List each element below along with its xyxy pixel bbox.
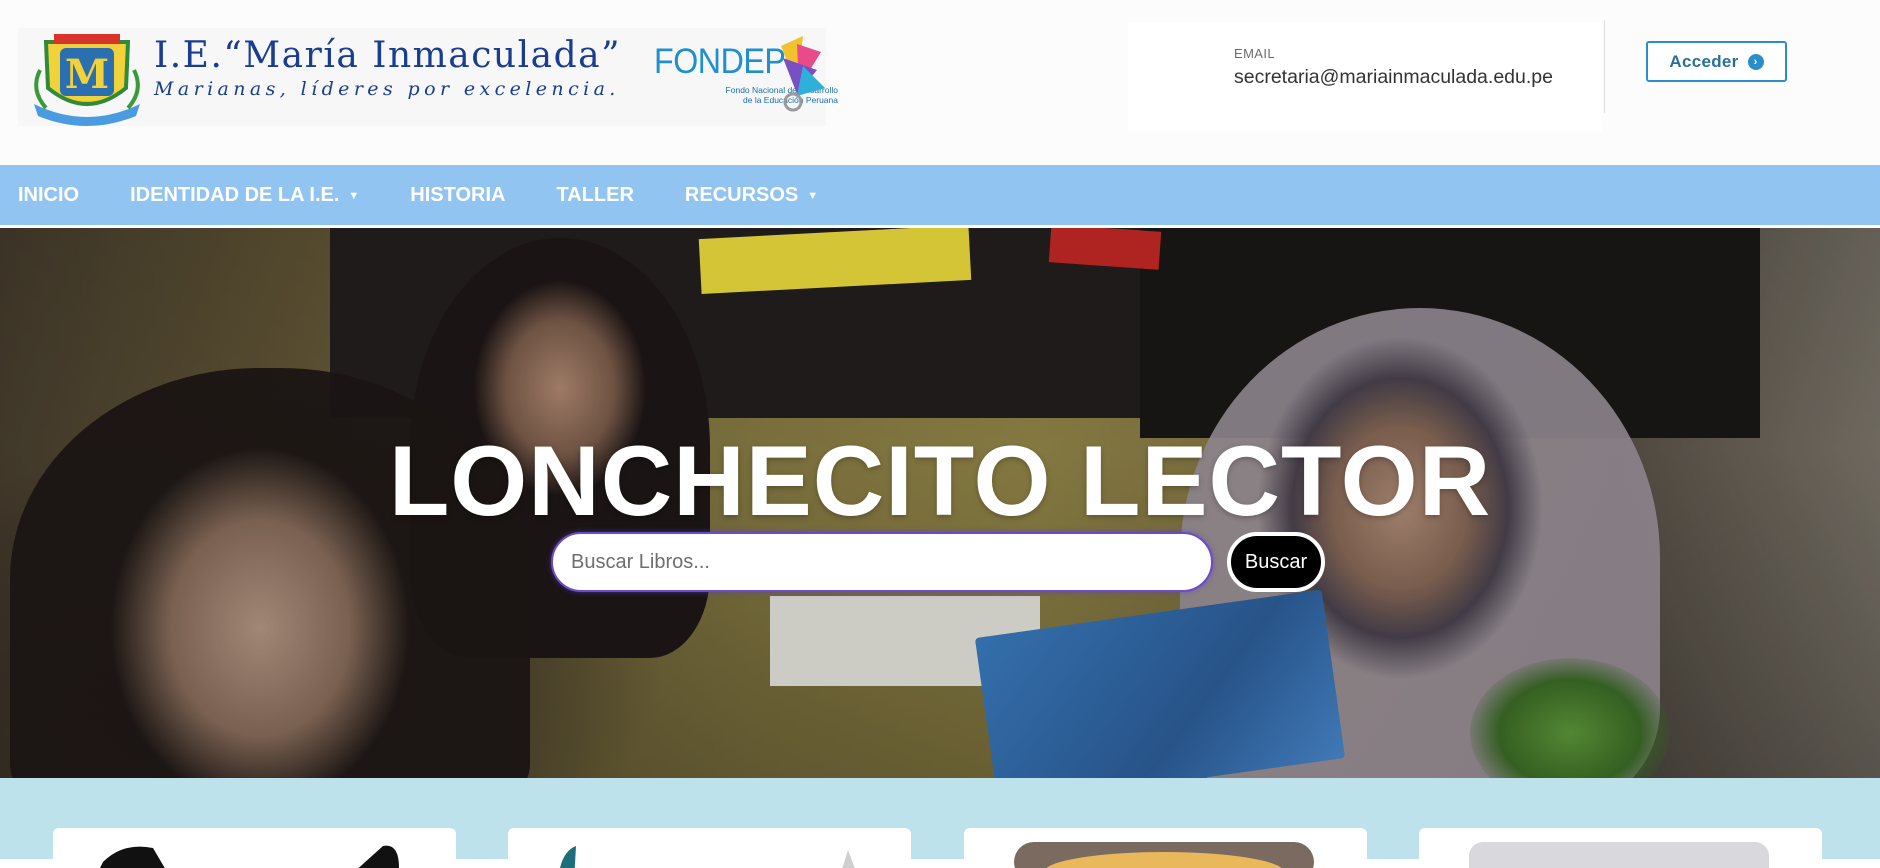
book-card-image bbox=[1469, 842, 1769, 868]
nav-item-identidad[interactable]: IDENTIDAD DE LA I.E. ▼ bbox=[130, 184, 359, 207]
cards-section bbox=[0, 778, 1880, 868]
search-button[interactable]: Buscar bbox=[1227, 532, 1325, 592]
svg-text:M: M bbox=[65, 51, 109, 98]
nav-item-inicio[interactable]: INICIO bbox=[18, 184, 79, 207]
nav-item-label: RECURSOS bbox=[684, 183, 799, 206]
nav-item-label: HISTORIA bbox=[410, 183, 506, 206]
caret-down-icon: ▼ bbox=[807, 190, 819, 202]
book-card-image bbox=[560, 846, 855, 868]
caret-down-icon: ▼ bbox=[348, 190, 360, 202]
book-card-image bbox=[1014, 842, 1314, 868]
book-card[interactable] bbox=[1419, 828, 1822, 868]
nav-item-label: IDENTIDAD DE LA I.E. bbox=[130, 183, 340, 206]
fondep-emblem-icon bbox=[781, 36, 825, 112]
nav-item-historia[interactable]: HISTORIA bbox=[410, 184, 505, 207]
book-card-image bbox=[100, 845, 399, 868]
nav-item-label: INICIO bbox=[18, 183, 80, 206]
nav-item-recursos[interactable]: RECURSOS ▼ bbox=[685, 184, 818, 207]
fondep-logo-text: FONDEP bbox=[654, 42, 786, 81]
login-button[interactable]: Acceder › bbox=[1646, 41, 1787, 82]
site-header: M I.E.“María Inmaculada” Marianas, líder… bbox=[0, 0, 1880, 165]
school-name: I.E.“María Inmaculada” bbox=[154, 35, 621, 76]
main-nav: INICIO IDENTIDAD DE LA I.E. ▼ HISTORIA T… bbox=[0, 165, 1880, 225]
book-search-input[interactable] bbox=[551, 532, 1213, 592]
school-slogan: Marianas, líderes por excelencia. bbox=[154, 78, 620, 100]
login-button-label: Acceder bbox=[1669, 51, 1739, 71]
book-card[interactable] bbox=[964, 828, 1367, 868]
email-label: EMAIL bbox=[1234, 46, 1276, 61]
book-card[interactable] bbox=[508, 828, 911, 868]
book-card[interactable] bbox=[53, 828, 456, 868]
school-logo-banner[interactable]: M I.E.“María Inmaculada” Marianas, líder… bbox=[18, 28, 838, 126]
school-crest-icon: M bbox=[34, 34, 140, 126]
chevron-circle-right-icon: › bbox=[1747, 53, 1764, 70]
hero-banner: LONCHECITO LECTOR Buscar bbox=[0, 228, 1880, 778]
nav-item-taller[interactable]: TALLER bbox=[557, 184, 634, 207]
nav-item-label: TALLER bbox=[556, 183, 634, 206]
email-address[interactable]: secretaria@mariainmaculada.edu.pe bbox=[1234, 66, 1553, 89]
header-divider bbox=[1604, 20, 1605, 113]
hero-title: LONCHECITO LECTOR bbox=[388, 425, 1492, 536]
